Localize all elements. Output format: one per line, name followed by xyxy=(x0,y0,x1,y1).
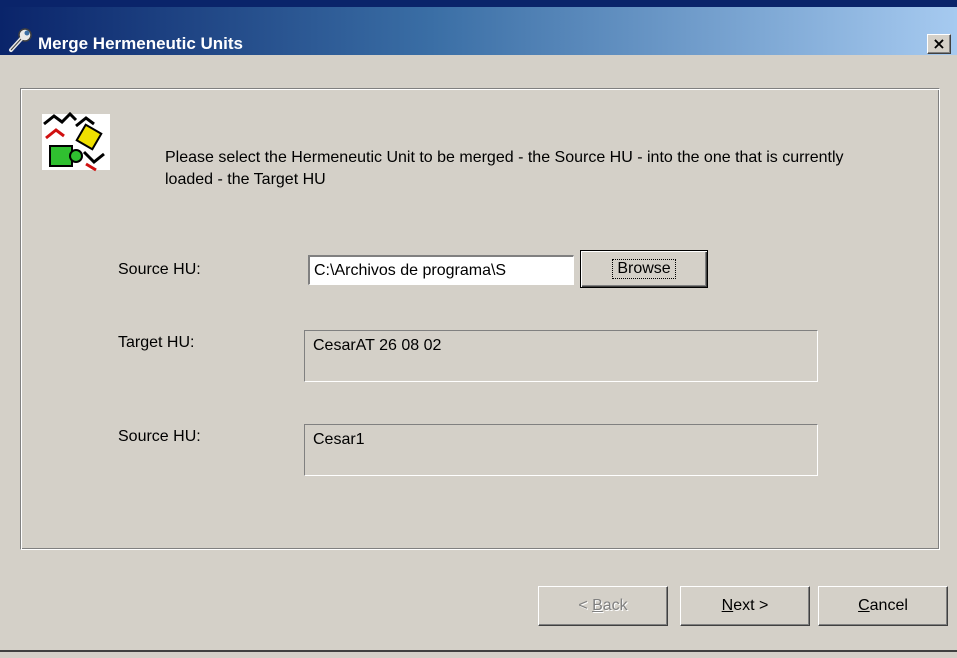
target-hu-label: Target HU: xyxy=(118,334,195,351)
target-hu-field: CesarAT 26 08 02 xyxy=(304,330,818,382)
close-button[interactable]: × xyxy=(927,34,951,54)
cancel-button-rest: ancel xyxy=(869,597,908,614)
source-hu-field: Cesar1 xyxy=(304,424,818,476)
source-hu-label: Source HU: xyxy=(118,261,201,278)
source-path-input[interactable] xyxy=(308,255,574,285)
cancel-button-accel: C xyxy=(858,597,870,614)
next-button-accel: N xyxy=(721,597,734,614)
source-hu-label-2: Source HU: xyxy=(118,428,201,445)
next-button[interactable]: Next > xyxy=(680,586,810,626)
window-bottom-edge xyxy=(0,650,957,652)
back-button-rest: ack xyxy=(602,597,628,614)
window-title: Merge Hermeneutic Units xyxy=(38,34,243,53)
browse-button[interactable]: Browse xyxy=(580,250,708,288)
back-button[interactable]: < Back xyxy=(538,586,668,626)
window-top-edge xyxy=(0,0,957,7)
close-icon: × xyxy=(932,34,946,53)
next-button-rest: ext > xyxy=(733,597,769,614)
cancel-button[interactable]: Cancel xyxy=(818,586,948,626)
tools-icon xyxy=(9,28,32,52)
back-button-accel: B xyxy=(592,597,603,614)
puzzle-logo xyxy=(42,112,110,172)
back-button-prefix: < xyxy=(578,597,593,614)
browse-button-label: Browse xyxy=(612,259,676,279)
title-bar[interactable]: Merge Hermeneutic Units × xyxy=(0,7,957,55)
instruction-text: Please select the Hermeneutic Unit to be… xyxy=(165,149,844,188)
